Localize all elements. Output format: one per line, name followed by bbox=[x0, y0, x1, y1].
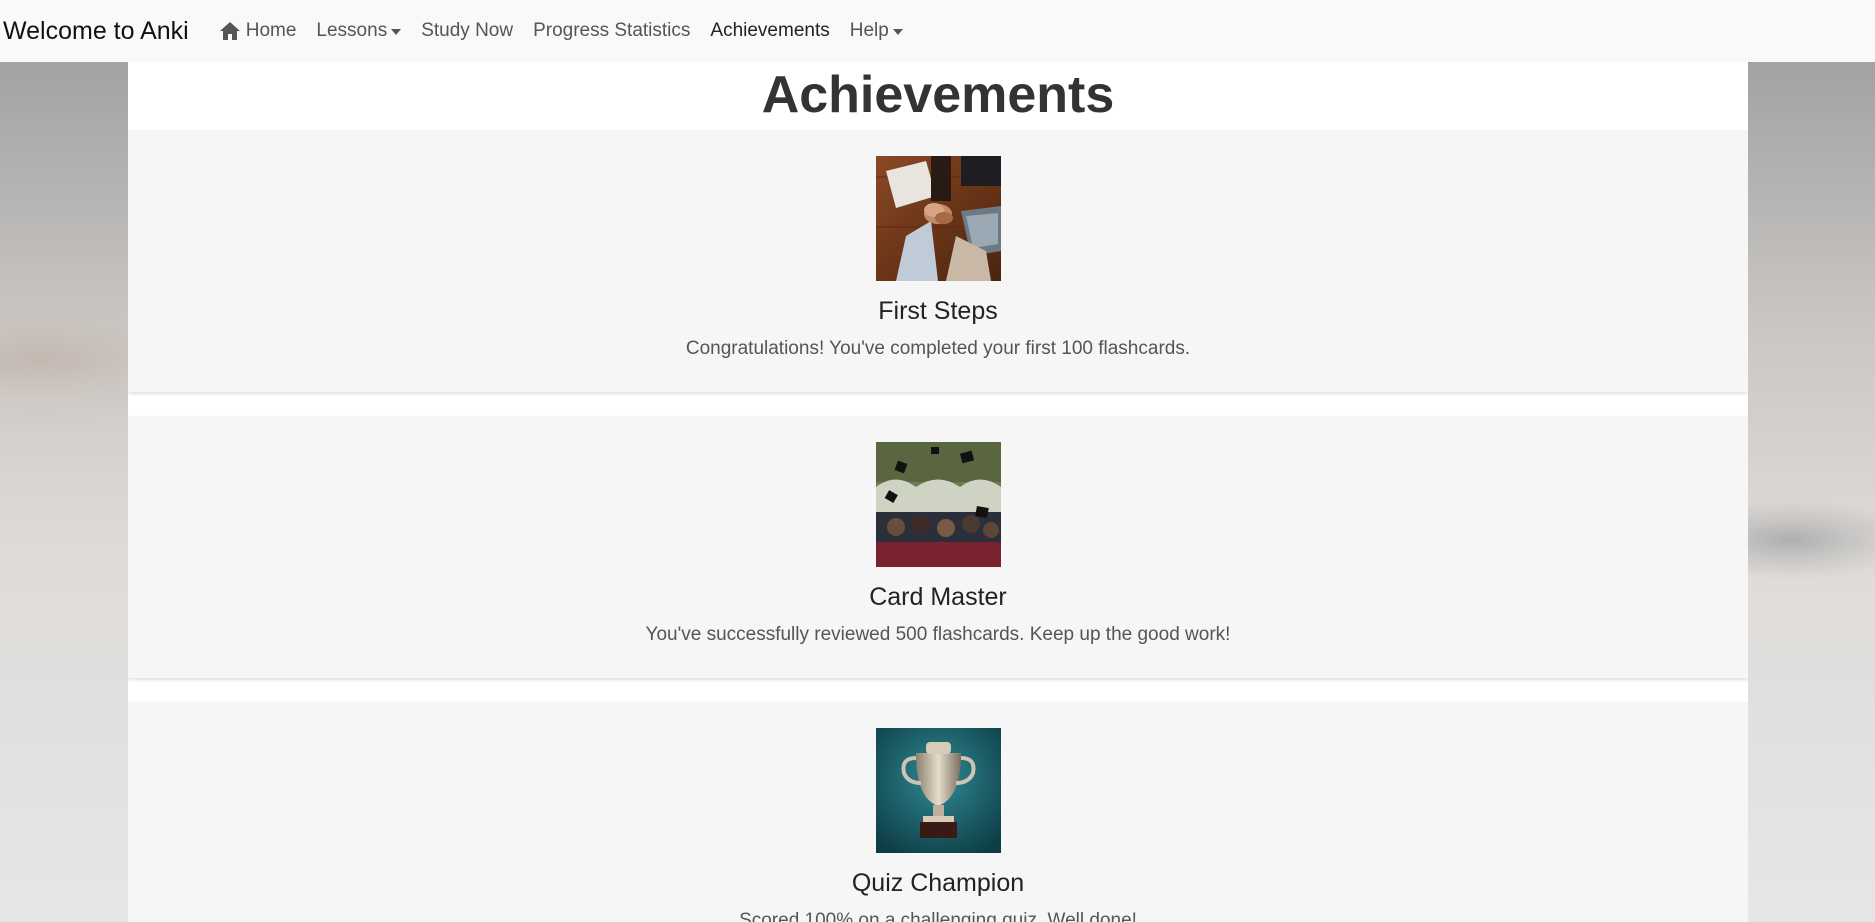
caret-down-icon bbox=[391, 29, 402, 35]
achievement-card: Quiz Champion Scored 100% on a challengi… bbox=[128, 702, 1748, 922]
nav-item-progress-statistics[interactable]: Progress Statistics bbox=[533, 20, 690, 42]
trophy-photo bbox=[875, 728, 1001, 853]
achievement-title: Card Master bbox=[869, 583, 1007, 611]
nav-item-study-now[interactable]: Study Now bbox=[421, 20, 513, 42]
nav-item-home-label: Home bbox=[245, 20, 297, 41]
nav-item-lessons-label: Lessons bbox=[316, 20, 388, 41]
nav-item-study-now-label: Study Now bbox=[421, 20, 514, 41]
achievement-description: Scored 100% on a challenging quiz. Well … bbox=[739, 910, 1137, 922]
nav-item-progress-statistics-label: Progress Statistics bbox=[533, 20, 691, 41]
achievement-card: Card Master You've successfully reviewed… bbox=[128, 416, 1748, 678]
achievement-title: First Steps bbox=[878, 297, 998, 325]
page-title: Achievements bbox=[761, 66, 1115, 124]
achievement-card: First Steps Congratulations! You've comp… bbox=[128, 130, 1748, 392]
achievement-description: Congratulations! You've completed your f… bbox=[685, 338, 1191, 359]
nav-item-help-label: Help bbox=[849, 20, 889, 41]
nav-item-achievements-label: Achievements bbox=[710, 20, 830, 41]
navbar-brand[interactable]: Welcome to Anki bbox=[3, 17, 189, 46]
achievements-container: Achievements First Steps Congratulations… bbox=[128, 62, 1748, 922]
graduation-caps-photo bbox=[875, 442, 1001, 567]
achievement-description: You've successfully reviewed 500 flashca… bbox=[645, 624, 1231, 645]
nav-item-help[interactable]: Help bbox=[850, 20, 903, 42]
nav-item-lessons[interactable]: Lessons bbox=[316, 20, 402, 42]
top-navbar: Welcome to Anki Home Lessons Study Now P… bbox=[0, 0, 1875, 62]
caret-down-icon bbox=[892, 29, 903, 35]
nav-item-achievements[interactable]: Achievements bbox=[710, 20, 829, 42]
nav-item-home[interactable]: Home bbox=[219, 20, 297, 42]
team-hands-photo bbox=[875, 156, 1001, 281]
home-icon bbox=[219, 21, 241, 41]
achievement-title: Quiz Champion bbox=[851, 869, 1025, 897]
